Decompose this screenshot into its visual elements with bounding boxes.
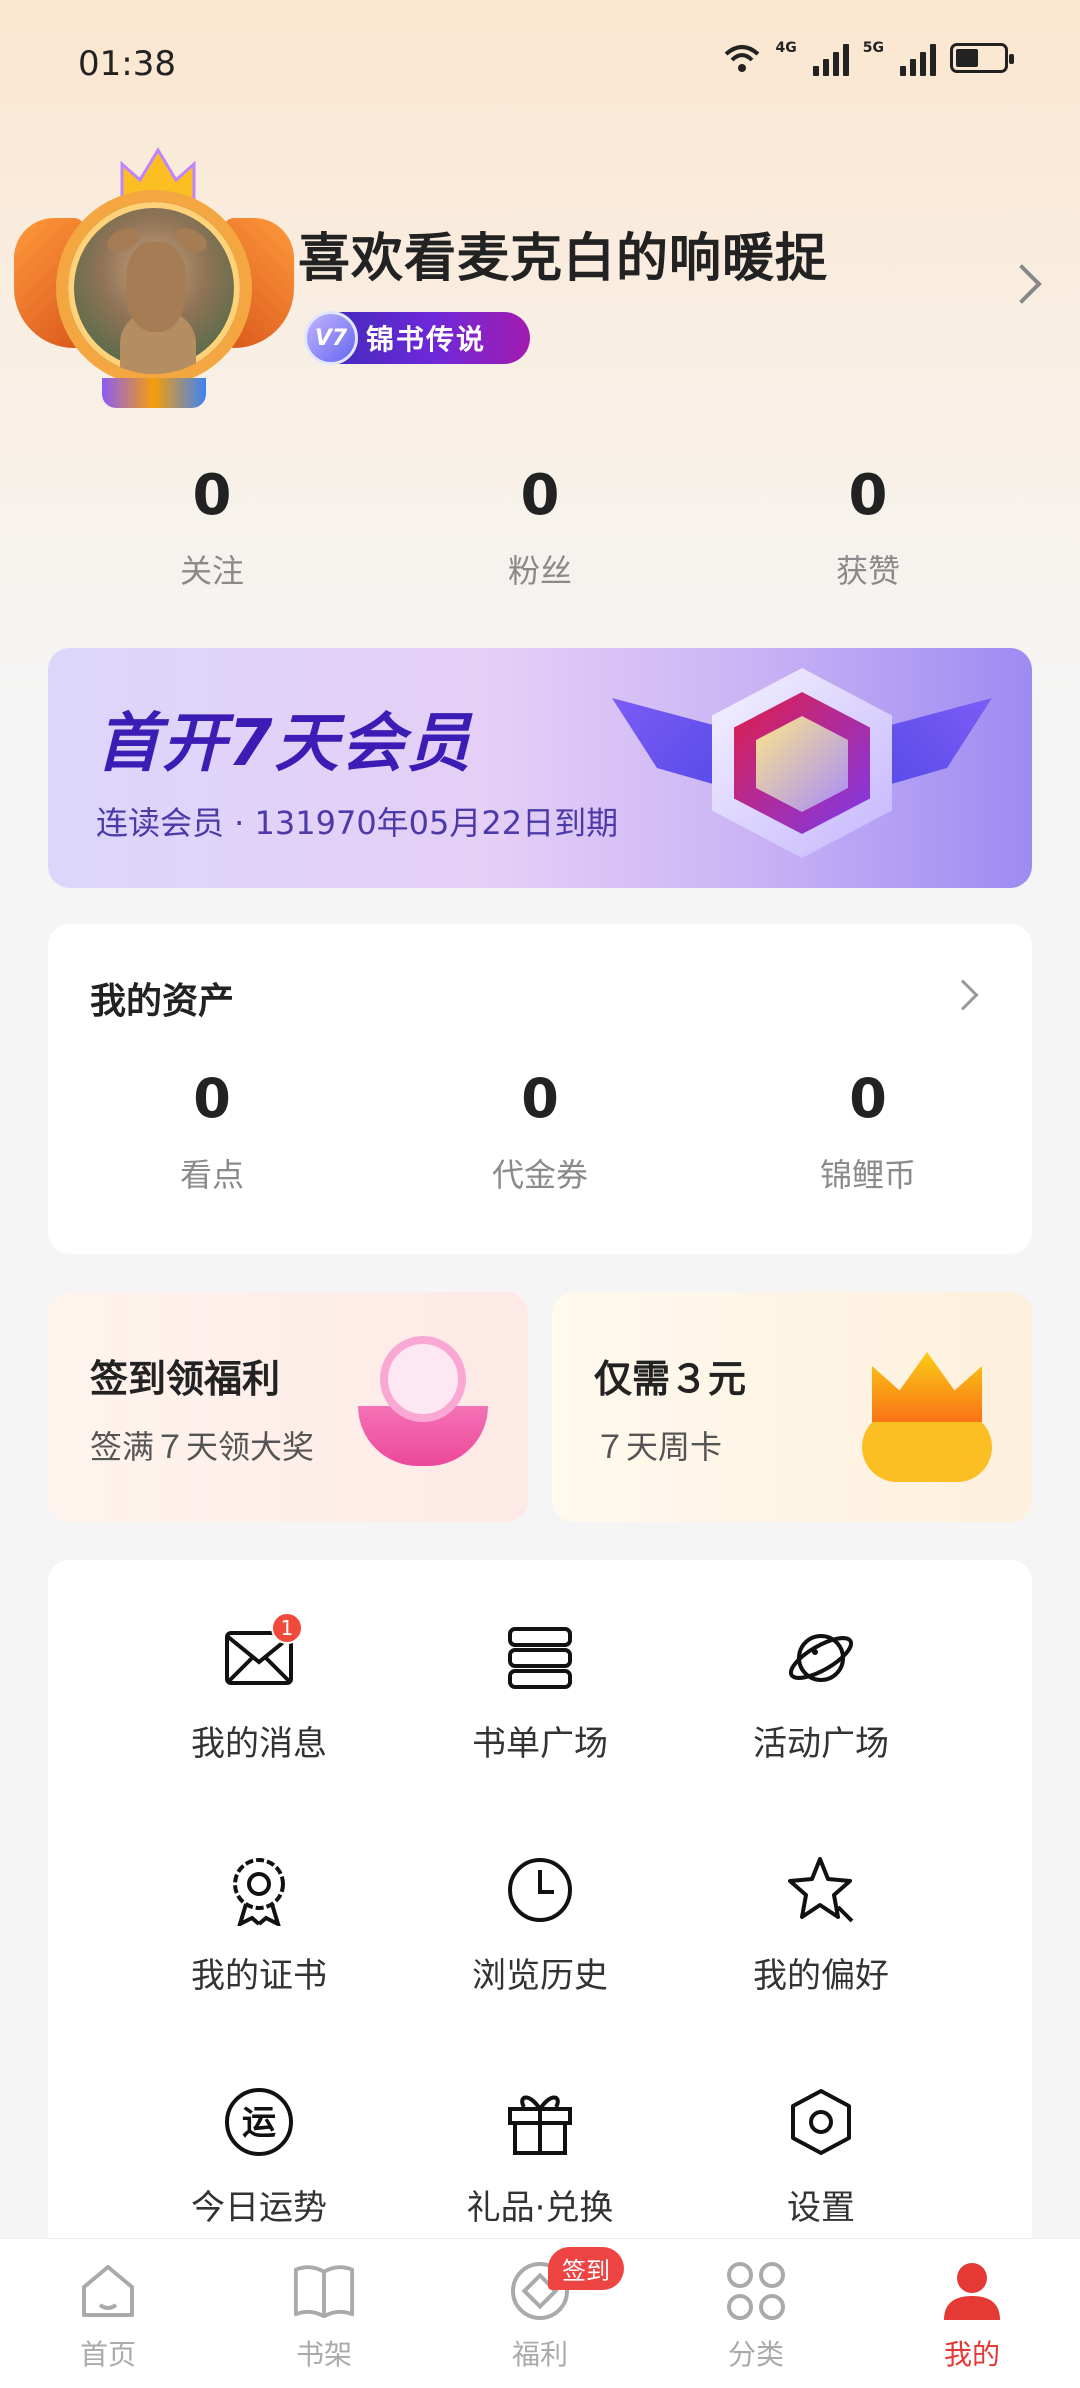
grid-label: 书单广场 [472, 1724, 608, 1764]
tab-label: 书架 [295, 2338, 352, 2371]
grid-item-fortune[interactable]: 运 今日运势 [129, 2084, 389, 2229]
certificate-icon [233, 1858, 285, 1926]
bookshelf-icon [293, 2265, 355, 2319]
promo-subtitle: ７天周卡 [594, 1428, 723, 1466]
asset-points[interactable]: 0 看点 [112, 1072, 312, 1196]
vip-banner[interactable]: 首开7天会员 连读会员 · 131970年05月22日到期 [48, 648, 1032, 888]
settings-icon [791, 2089, 851, 2155]
grid-label: 浏览历史 [472, 1956, 608, 1996]
asset-value: 0 [849, 1067, 887, 1130]
profile-icon [944, 2263, 1000, 2320]
vip-emblem-icon [612, 668, 992, 868]
tab-label: 首页 [79, 2338, 136, 2371]
grid-label: 设置 [787, 2188, 855, 2228]
promo-title: 签到领福利 [90, 1357, 281, 1401]
network-type-1: 4G [775, 40, 797, 56]
stat-label: 粉丝 [507, 552, 572, 590]
stat-label: 获赞 [835, 552, 900, 590]
grid-item-booklists[interactable]: 书单广场 [410, 1620, 670, 1765]
grid-label: 我的证书 [191, 1956, 327, 1996]
promo-subtitle: 签满７天领大奖 [90, 1428, 315, 1466]
tab-bookshelf[interactable]: 书架 [254, 2259, 394, 2373]
battery-icon [950, 43, 1014, 73]
grid-label: 今日运势 [191, 2188, 327, 2228]
tab-profile[interactable]: 我的 [902, 2259, 1042, 2373]
status-bar: 01:38 4G 5G [0, 0, 1080, 120]
asset-vouchers[interactable]: 0 代金券 [440, 1072, 640, 1196]
network-type-2: 5G [862, 40, 884, 56]
username: 喜欢看麦克白的响暖捉 [298, 229, 829, 289]
vip-badge[interactable]: V7 锦书传说 [304, 311, 530, 365]
status-time: 01:38 [78, 44, 176, 84]
wifi-icon [724, 45, 759, 72]
category-icon [727, 2262, 785, 2320]
tab-label: 分类 [727, 2338, 784, 2371]
stat-likes[interactable]: 0 获赞 [768, 468, 968, 592]
book-stack-icon [508, 1627, 572, 1689]
stat-value: 0 [520, 463, 560, 528]
chevron-right-icon[interactable] [947, 979, 979, 1011]
tab-welfare[interactable]: 签到 福利 [470, 2247, 624, 2373]
asset-label: 看点 [179, 1156, 244, 1194]
grid-item-settings[interactable]: 设置 [691, 2084, 951, 2229]
stat-value: 0 [848, 463, 888, 528]
grid-item-preferences[interactable]: 我的偏好 [691, 1852, 951, 1997]
status-icons: 4G 5G [722, 40, 1014, 76]
grid-label: 礼品·兑换 [466, 2188, 614, 2228]
grid-label: 我的消息 [191, 1724, 327, 1764]
chevron-right-icon[interactable] [1002, 264, 1042, 304]
assets-card[interactable]: 我的资产 0 看点 0 代金券 0 锦鲤币 [48, 924, 1032, 1254]
frame-ribbon [102, 378, 206, 408]
signal-icon [812, 40, 849, 76]
crown-icon [852, 1322, 1002, 1482]
grid-item-certificates[interactable]: 我的证书 [129, 1852, 389, 1997]
tab-label: 福利 [511, 2338, 568, 2371]
grid-item-activities[interactable]: 活动广场 [691, 1620, 951, 1765]
grid-label: 我的偏好 [753, 1956, 889, 1996]
stat-label: 关注 [179, 552, 244, 590]
grid-item-messages[interactable]: 1 我的消息 [129, 1612, 389, 1765]
avatar-frame[interactable] [14, 146, 294, 416]
stat-followers[interactable]: 0 粉丝 [440, 468, 640, 592]
checkin-promo-card[interactable]: 签到领福利 签满７天领大奖 [48, 1292, 528, 1522]
gift-icon [508, 2095, 572, 2155]
unread-badge: 1 [271, 1612, 303, 1644]
vip-level: V7 [304, 311, 358, 365]
weekly-card-promo[interactable]: 仅需３元 ７天周卡 [552, 1292, 1032, 1522]
avatar[interactable] [56, 190, 252, 386]
stat-value: 0 [192, 463, 232, 528]
asset-value: 0 [193, 1067, 231, 1130]
profile-header[interactable]: 喜欢看麦克白的响暖捉 V7 锦书传说 [0, 140, 1080, 430]
grid-item-gifts[interactable]: 礼品·兑换 [410, 2084, 670, 2229]
asset-value: 0 [521, 1067, 559, 1130]
fortune-glyph: 运 [242, 2103, 276, 2143]
vip-banner-subtitle: 连读会员 · 131970年05月22日到期 [96, 804, 619, 842]
vip-title: 锦书传说 [366, 323, 487, 356]
bottom-tab-bar: 首页 书架 签到 福利 分类 我的 [0, 2238, 1080, 2388]
stat-following[interactable]: 0 关注 [112, 468, 312, 592]
asset-label: 代金券 [491, 1156, 588, 1194]
tab-home[interactable]: 首页 [38, 2259, 178, 2373]
tab-label: 我的 [943, 2338, 1000, 2371]
fortune-icon: 运 [225, 2088, 293, 2156]
grid-label: 活动广场 [753, 1724, 889, 1764]
vip-banner-title: 首开7天会员 [96, 707, 473, 781]
asset-label: 锦鲤币 [819, 1156, 916, 1194]
assets-title: 我的资产 [90, 981, 235, 1022]
asset-coins[interactable]: 0 锦鲤币 [768, 1072, 968, 1196]
home-icon [82, 2265, 134, 2317]
clock-icon [508, 1858, 572, 1922]
promo-title: 仅需３元 [594, 1357, 747, 1401]
signal-icon-2 [900, 40, 936, 76]
grid-item-history[interactable]: 浏览历史 [410, 1852, 670, 1997]
tab-category[interactable]: 分类 [686, 2259, 826, 2373]
star-icon [788, 1857, 854, 1923]
alarm-clock-icon [358, 1336, 488, 1476]
checkin-badge: 签到 [548, 2247, 624, 2290]
planet-icon [788, 1634, 854, 1682]
